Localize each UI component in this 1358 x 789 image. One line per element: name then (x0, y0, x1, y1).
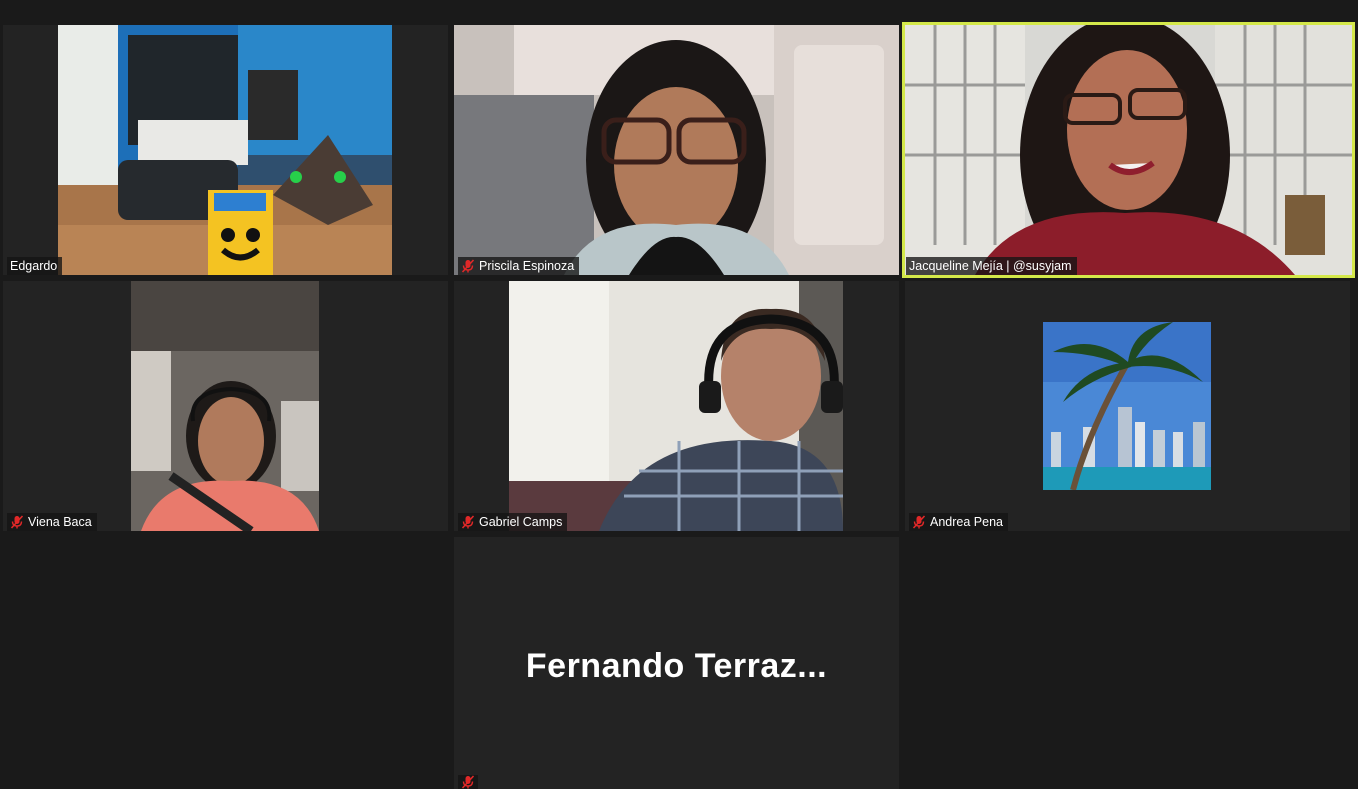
video-feed-robot-desk (58, 25, 392, 275)
video-feed-viena (131, 281, 319, 531)
participant-name-tag: Edgardo (7, 257, 63, 275)
participant-name: Viena Baca (28, 515, 92, 529)
microphone-muted-icon (461, 259, 475, 273)
video-feed-priscila (454, 25, 899, 275)
profile-picture-palm-skyline (1043, 322, 1211, 490)
participant-name-tag: Viena Baca (7, 513, 97, 531)
participant-name-tag: Gabriel Camps (458, 513, 568, 531)
video-feed-jacqueline (905, 25, 1352, 275)
video-tile-viena-baca[interactable]: Viena Baca (3, 281, 448, 531)
video-tile-fernando-terraz[interactable]: Fernando Terraz... (454, 537, 899, 789)
participant-name: Andrea Pena (930, 515, 1003, 529)
participant-name: Jacqueline Mejía | @susyjam (909, 259, 1072, 273)
video-tile-jacqueline-mejia[interactable]: Jacqueline Mejía | @susyjam (902, 22, 1355, 278)
participant-name: Priscila Espinoza (479, 259, 575, 273)
video-feed-gabriel (509, 281, 843, 531)
participant-name: Gabriel Camps (479, 515, 563, 529)
participant-name-tag: Jacqueline Mejía | @susyjam (906, 257, 1077, 275)
microphone-muted-icon (461, 515, 475, 529)
participant-name-tag: Priscila Espinoza (458, 257, 580, 275)
participant-name-tag (458, 775, 478, 789)
microphone-muted-icon (10, 515, 24, 529)
participant-name: Edgardo (10, 259, 58, 273)
video-tile-gabriel-camps[interactable]: Gabriel Camps (454, 281, 899, 531)
video-tile-andrea-pena[interactable]: Andrea Pena (905, 281, 1350, 531)
participant-name-tag: Andrea Pena (909, 513, 1008, 531)
participant-display-name: Fernando Terraz... (525, 647, 828, 685)
microphone-muted-icon (461, 775, 475, 789)
video-tile-edgardo[interactable]: Edgardo (3, 25, 448, 275)
video-tile-priscila-espinoza[interactable]: Priscila Espinoza (454, 25, 899, 275)
microphone-muted-icon (912, 515, 926, 529)
